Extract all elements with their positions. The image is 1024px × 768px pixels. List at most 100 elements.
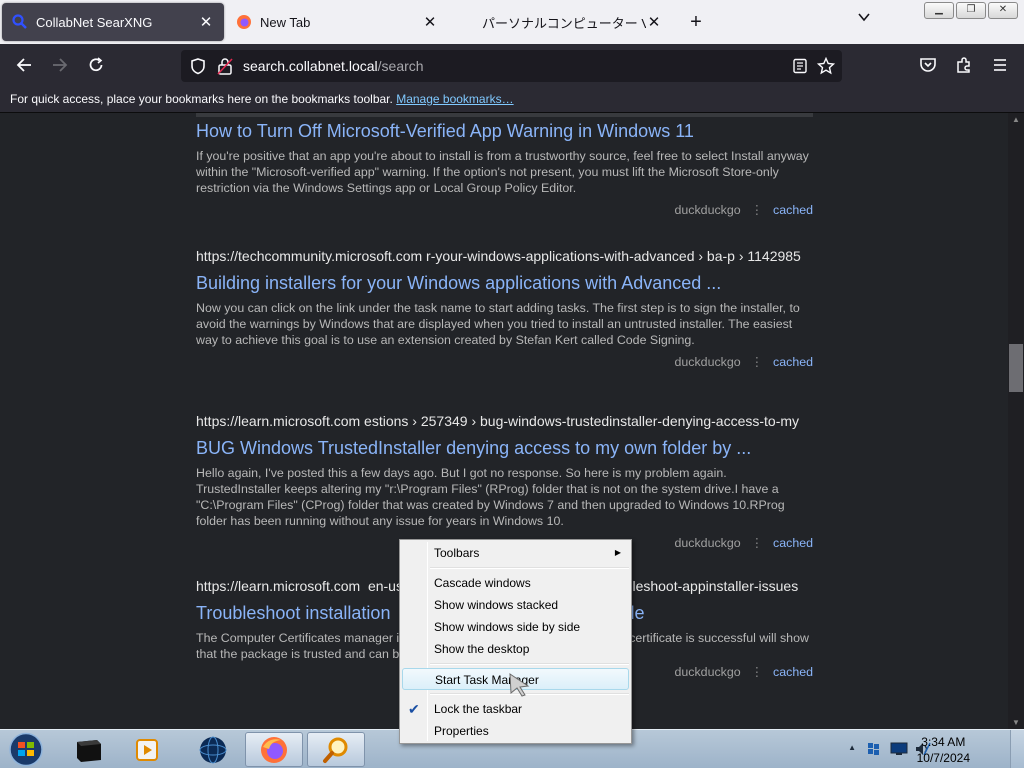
arrow-right-icon: [53, 58, 68, 72]
pocket-icon: [920, 58, 936, 72]
bookmarks-hint: For quick access, place your bookmarks h…: [10, 92, 393, 106]
navigation-toolbar: search.collabnet.local/search: [0, 44, 1024, 86]
menu-item-show-windows-side-by-side[interactable]: Show windows side by side: [402, 616, 629, 638]
forward-button[interactable]: [48, 53, 72, 77]
taskbar-firefox[interactable]: [245, 732, 303, 767]
tab-label: New Tab: [260, 14, 311, 30]
menu-item-properties[interactable]: Properties: [402, 720, 629, 742]
scroll-up-arrow-icon[interactable]: ▲: [1012, 115, 1020, 124]
menu-item-label: Toolbars: [434, 546, 480, 560]
result-url[interactable]: https://techcommunity.microsoft.com ​r-y…: [196, 248, 813, 266]
menu-item-label: Show the desktop: [434, 642, 530, 656]
tab-new-tab[interactable]: New Tab ✕: [226, 3, 448, 41]
cached-link[interactable]: cached: [773, 536, 813, 550]
reload-icon: [89, 57, 103, 72]
network-monitor-icon[interactable]: [890, 741, 908, 757]
close-tab-icon[interactable]: ✕: [422, 13, 438, 31]
menu-item-show-windows-stacked[interactable]: Show windows stacked: [402, 594, 629, 616]
menu-item-lock-taskbar[interactable]: ✔ Lock the taskbar: [402, 698, 629, 720]
back-button[interactable]: [12, 53, 36, 77]
kebab-menu-icon: ⋮: [750, 665, 764, 679]
pocket-button[interactable]: [916, 53, 940, 77]
result-title-link[interactable]: BUG Windows TrustedInstaller denying acc…: [196, 438, 813, 459]
tab-searxng[interactable]: CollabNet SearXNG ✕: [2, 3, 224, 41]
result-meta: duckduckgo ⋮ cached: [196, 202, 814, 217]
window-controls: ▁ ❐ ✕: [924, 2, 1018, 19]
menu-item-label: Show windows side by side: [434, 620, 581, 634]
shield-icon[interactable]: [189, 57, 207, 75]
clipped-url-line: [196, 113, 813, 117]
cached-link[interactable]: cached: [773, 355, 813, 369]
result-url[interactable]: https://learn.microsoft.com estions › 25…: [196, 413, 813, 431]
url-text[interactable]: search.collabnet.local/search: [243, 58, 424, 74]
result-item: How to Turn Off Microsoft-Verified App W…: [196, 121, 813, 217]
taskbar-context-menu: Toolbars ▶ Cascade windows Show windows s…: [399, 539, 632, 744]
chevron-down-icon: [858, 13, 870, 22]
clock-time: 3:34 AM: [921, 735, 966, 749]
tab-vaio[interactable]: パーソナルコンピューター VAIO ✕: [450, 3, 672, 41]
searxng-icon: [12, 14, 27, 29]
extensions-button[interactable]: [952, 53, 976, 77]
start-button[interactable]: [6, 731, 46, 768]
kebab-menu-icon: ⋮: [750, 355, 764, 369]
result-description: Now you can click on the link under the …: [196, 301, 800, 347]
checkmark-icon: ✔: [408, 701, 420, 717]
menu-item-label: Show windows stacked: [434, 598, 559, 612]
kebab-menu-icon: ⋮: [750, 203, 764, 217]
new-tab-button[interactable]: +: [684, 10, 708, 34]
mouse-pointer-icon: [509, 673, 530, 697]
result-title-link[interactable]: How to Turn Off Microsoft-Verified App W…: [196, 121, 813, 142]
taskbar-network[interactable]: [184, 732, 242, 767]
bookmark-star-icon[interactable]: [817, 57, 835, 75]
restore-button[interactable]: ❐: [956, 2, 986, 19]
reader-view-icon[interactable]: [792, 58, 808, 74]
result-engine: duckduckgo: [674, 203, 741, 217]
menu-separator: [430, 663, 629, 665]
url-host: search.collabnet.local: [243, 58, 378, 74]
lock-insecure-icon[interactable]: [217, 57, 233, 75]
scrollbar-thumb[interactable]: [1009, 344, 1023, 392]
windows-start-orb-icon: [9, 732, 43, 767]
app-menu-button[interactable]: [988, 53, 1012, 77]
arrow-left-icon: [16, 58, 31, 72]
result-item: https://techcommunity.microsoft.com ​r-y…: [196, 248, 813, 369]
puzzle-icon: [957, 57, 970, 73]
result-item: https://learn.microsoft.com estions › 25…: [196, 413, 813, 550]
taskbar-media-player[interactable]: [118, 732, 176, 767]
kebab-menu-icon: ⋮: [750, 536, 764, 550]
cached-link[interactable]: cached: [773, 665, 813, 679]
taskbar-terminal[interactable]: [60, 732, 118, 767]
result-engine: duckduckgo: [674, 536, 741, 550]
taskbar-search-app[interactable]: [307, 732, 365, 767]
result-engine: duckduckgo: [674, 355, 741, 369]
close-tab-icon[interactable]: ✕: [646, 13, 662, 31]
firefox-icon: [261, 736, 287, 763]
reload-button[interactable]: [84, 53, 108, 77]
cached-link[interactable]: cached: [773, 203, 813, 217]
submenu-arrow-icon: ▶: [614, 548, 621, 557]
show-desktop-button[interactable]: [1010, 730, 1024, 768]
menu-separator: [430, 567, 629, 569]
manage-bookmarks-link[interactable]: Manage bookmarks…: [396, 92, 513, 106]
menu-item-toolbars[interactable]: Toolbars ▶: [402, 542, 629, 564]
terminal-icon: [77, 739, 101, 762]
menu-item-cascade-windows[interactable]: Cascade windows: [402, 572, 629, 594]
close-window-button[interactable]: ✕: [988, 2, 1018, 19]
bookmarks-toolbar: For quick access, place your bookmarks h…: [0, 86, 1024, 113]
menu-item-label: Lock the taskbar: [434, 702, 523, 716]
clock-date: 10/7/2024: [916, 751, 970, 765]
menu-item-label: Properties: [434, 724, 489, 738]
action-center-flag-icon[interactable]: [866, 741, 882, 757]
globe-icon: [199, 736, 227, 763]
menu-item-show-desktop[interactable]: Show the desktop: [402, 638, 629, 660]
minimize-button[interactable]: ▁: [924, 2, 954, 19]
list-all-tabs-button[interactable]: [852, 10, 876, 34]
show-hidden-icons-arrow-icon[interactable]: ▲: [848, 743, 856, 752]
close-tab-icon[interactable]: ✕: [198, 13, 214, 31]
address-bar[interactable]: search.collabnet.local/search: [181, 50, 842, 82]
page-scrollbar[interactable]: ▲ ▼: [1008, 113, 1024, 729]
scroll-down-arrow-icon[interactable]: ▼: [1012, 718, 1020, 727]
taskbar-clock[interactable]: 3:34 AM 10/7/2024: [917, 734, 970, 766]
result-title-link[interactable]: Building installers for your Windows app…: [196, 273, 813, 294]
tab-bar: CollabNet SearXNG ✕ New Tab ✕ パーソナルコンピュー…: [0, 0, 1024, 44]
